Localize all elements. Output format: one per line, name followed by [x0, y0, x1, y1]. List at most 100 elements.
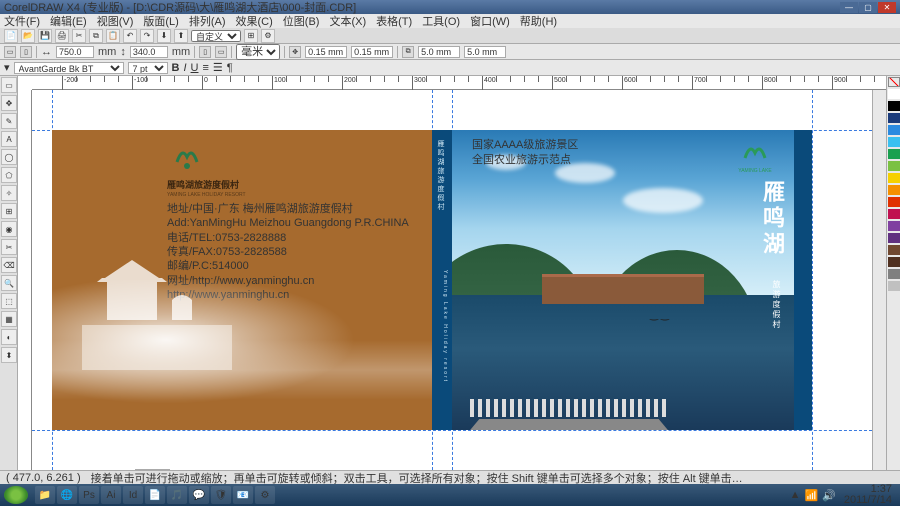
taskbar-pin[interactable]: ⚙: [255, 486, 275, 504]
new-button[interactable]: 📄: [4, 29, 18, 43]
dropcap-icon[interactable]: ¶: [227, 62, 233, 74]
landscape-icon[interactable]: ▭: [4, 46, 16, 58]
start-button[interactable]: [4, 486, 28, 504]
save-button[interactable]: 💾: [38, 29, 52, 43]
color-swatch[interactable]: [888, 233, 900, 243]
taskbar-pin[interactable]: 📄: [145, 486, 165, 504]
tool-button[interactable]: ▭: [1, 77, 17, 93]
tool-button[interactable]: ◐: [1, 329, 17, 345]
menu-item[interactable]: 位图(B): [283, 13, 320, 29]
color-swatch[interactable]: [888, 245, 900, 255]
options-button[interactable]: ⚙: [261, 29, 275, 43]
tool-button[interactable]: 🔍: [1, 275, 17, 291]
tool-button[interactable]: ⊞: [1, 203, 17, 219]
tool-button[interactable]: ✂: [1, 239, 17, 255]
color-swatch[interactable]: [888, 89, 900, 99]
vertical-ruler[interactable]: [18, 90, 32, 470]
color-swatch[interactable]: [888, 281, 900, 291]
menu-item[interactable]: 版面(L): [143, 13, 178, 29]
align-left-icon[interactable]: ≡: [203, 62, 209, 74]
menu-item[interactable]: 窗口(W): [470, 13, 510, 29]
color-swatch[interactable]: [888, 269, 900, 279]
taskbar-pin[interactable]: 💬: [189, 486, 209, 504]
taskbar-pin[interactable]: 🛡: [211, 486, 231, 504]
copy-button[interactable]: ⧉: [89, 29, 103, 43]
tool-button[interactable]: A: [1, 131, 17, 147]
tool-button[interactable]: ◯: [1, 149, 17, 165]
tray-icon[interactable]: ▲: [790, 489, 801, 501]
tool-button[interactable]: ⬠: [1, 167, 17, 183]
canvas[interactable]: 雁鸣湖旅游度假村 YAMING LAKE HOLIDAY RESORT 地址/中…: [32, 90, 872, 470]
taskbar-pin[interactable]: Id: [123, 486, 143, 504]
taskbar-pin[interactable]: Ps: [79, 486, 99, 504]
font-select[interactable]: AvantGarde Bk BT: [14, 62, 124, 74]
color-swatch[interactable]: [888, 257, 900, 267]
menu-item[interactable]: 工具(O): [422, 13, 460, 29]
italic-icon[interactable]: I: [183, 62, 186, 74]
undo-button[interactable]: ↶: [123, 29, 137, 43]
taskbar-pin[interactable]: 🎵: [167, 486, 187, 504]
no-fill-swatch[interactable]: [888, 77, 900, 87]
fontsize-select[interactable]: 7 pt: [128, 62, 168, 74]
color-swatch[interactable]: [888, 101, 900, 111]
taskbar-pin[interactable]: 🌐: [57, 486, 77, 504]
orient-p-icon[interactable]: ▯: [199, 46, 211, 58]
menu-item[interactable]: 表格(T): [376, 13, 412, 29]
network-icon[interactable]: 📶: [804, 489, 818, 502]
tool-button[interactable]: ✥: [1, 95, 17, 111]
color-swatch[interactable]: [888, 185, 900, 195]
zoom-select[interactable]: 自定义: [191, 30, 241, 42]
menu-item[interactable]: 排列(A): [189, 13, 226, 29]
color-swatch[interactable]: [888, 137, 900, 147]
menu-item[interactable]: 帮助(H): [520, 13, 557, 29]
bold-icon[interactable]: B: [172, 62, 180, 74]
tool-button[interactable]: ⌫: [1, 257, 17, 273]
clock[interactable]: 1:37 2011/7/14: [840, 484, 896, 506]
paste-button[interactable]: 📋: [106, 29, 120, 43]
color-swatch[interactable]: [888, 125, 900, 135]
taskbar-pin[interactable]: Ai: [101, 486, 121, 504]
tool-button[interactable]: ◉: [1, 221, 17, 237]
minimize-button[interactable]: —: [840, 2, 858, 13]
print-button[interactable]: 🖨: [55, 29, 69, 43]
vertical-scrollbar[interactable]: [872, 90, 886, 470]
tool-button[interactable]: ⬚: [1, 293, 17, 309]
horizontal-ruler[interactable]: -200-1000100200300400500600700800900: [32, 76, 886, 90]
import-button[interactable]: ⬇: [157, 29, 171, 43]
artwork-spread[interactable]: 雁鸣湖旅游度假村 YAMING LAKE HOLIDAY RESORT 地址/中…: [52, 130, 812, 430]
system-tray[interactable]: ▲ 📶 🔊 1:37 2011/7/14: [790, 484, 896, 506]
taskbar-pin[interactable]: 📧: [233, 486, 253, 504]
bullets-icon[interactable]: ☰: [213, 61, 223, 74]
dup-y-input[interactable]: [464, 46, 506, 58]
tool-button[interactable]: ▦: [1, 311, 17, 327]
nudge-x-input[interactable]: [305, 46, 347, 58]
redo-button[interactable]: ↷: [140, 29, 154, 43]
color-swatch[interactable]: [888, 161, 900, 171]
color-swatch[interactable]: [888, 197, 900, 207]
menu-item[interactable]: 编辑(E): [50, 13, 87, 29]
portrait-icon[interactable]: ▯: [20, 46, 32, 58]
tool-button[interactable]: ✎: [1, 113, 17, 129]
menu-item[interactable]: 视图(V): [97, 13, 134, 29]
color-swatch[interactable]: [888, 209, 900, 219]
close-button[interactable]: ✕: [878, 2, 896, 13]
menu-item[interactable]: 效果(C): [236, 13, 273, 29]
snap-button[interactable]: ⊞: [244, 29, 258, 43]
dup-x-input[interactable]: [418, 46, 460, 58]
taskbar-pin[interactable]: 📁: [35, 486, 55, 504]
menu-item[interactable]: 文本(X): [329, 13, 366, 29]
page-height-input[interactable]: [130, 46, 168, 58]
units-select[interactable]: 毫米: [236, 44, 280, 60]
open-button[interactable]: 📂: [21, 29, 35, 43]
color-swatch[interactable]: [888, 221, 900, 231]
tool-button[interactable]: ⬍: [1, 347, 17, 363]
underline-icon[interactable]: U: [191, 62, 199, 74]
export-button[interactable]: ⬆: [174, 29, 188, 43]
maximize-button[interactable]: ▢: [859, 2, 877, 13]
guide-line[interactable]: [812, 90, 813, 470]
page-width-input[interactable]: [56, 46, 94, 58]
menu-item[interactable]: 文件(F): [4, 13, 40, 29]
color-swatch[interactable]: [888, 173, 900, 183]
cut-button[interactable]: ✂: [72, 29, 86, 43]
orient-l-icon[interactable]: ▭: [215, 46, 227, 58]
